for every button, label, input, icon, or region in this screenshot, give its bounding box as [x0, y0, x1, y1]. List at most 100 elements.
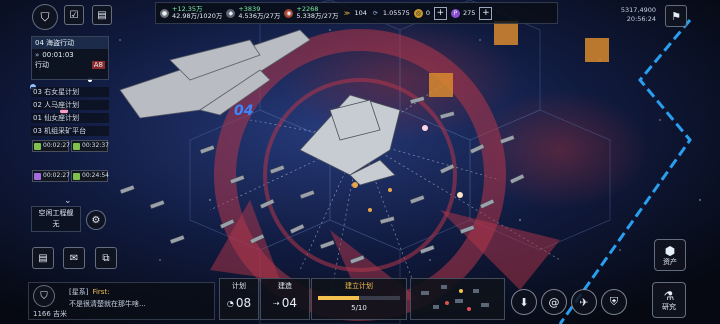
- player-id: 1166 吉米: [33, 310, 68, 318]
- mission-title: 04 海盗行动: [32, 37, 108, 49]
- plan-counter[interactable]: 计划 ◔ 08: [219, 278, 259, 320]
- crystal-amount: 4.536万/27万: [238, 12, 281, 20]
- resource-metal[interactable]: ● +12.35万 42.98万/1020万: [160, 6, 222, 20]
- build-label: 建造: [278, 282, 292, 290]
- research-icon: ⚗: [663, 289, 675, 303]
- galaxy-button[interactable]: @: [541, 289, 567, 315]
- queue-slot-1[interactable]: 00:02:27: [32, 140, 70, 152]
- task-item-3[interactable]: 01 仙女座计划: [31, 113, 109, 123]
- idle-engineer-value: 无: [52, 220, 60, 228]
- down-arrow-icon: ⬇: [519, 295, 529, 309]
- deuterium-icon: ◉: [284, 8, 294, 18]
- queue-slot-4-time: 00:24:54: [82, 172, 109, 179]
- plan-progress-text: 5/10: [351, 304, 367, 312]
- mail-inbox-button[interactable]: ✉: [63, 247, 85, 269]
- build-value: 04: [281, 296, 297, 310]
- metal-icon: ●: [160, 8, 169, 18]
- task-item-1[interactable]: 03 右女星计划: [31, 87, 109, 97]
- refresh-icon: ⟳: [372, 9, 378, 17]
- mission-timer: 00:01:03: [42, 51, 74, 59]
- mail-button[interactable]: ☑: [64, 5, 84, 25]
- profile-button[interactable]: ⛉: [33, 285, 55, 307]
- research-label: 研究: [662, 303, 676, 311]
- minimap[interactable]: [410, 278, 505, 320]
- document-icon: ▤: [97, 9, 107, 21]
- resource-slot-icon: [73, 143, 80, 150]
- mission-card[interactable]: 04 海盗行动 » 00:01:03 行动 A8: [31, 36, 109, 80]
- collapse-chevron-icon[interactable]: ⌄: [64, 196, 72, 206]
- idle-engineer-label: 空闲工程舰: [38, 209, 74, 217]
- notes-button[interactable]: ▤: [32, 247, 54, 269]
- queue-slot-3[interactable]: 00:02:27: [32, 170, 70, 182]
- task-item-4[interactable]: 03 机组采矿平台: [31, 126, 109, 136]
- mission-action-value: A8: [91, 61, 105, 69]
- queue-slot-2[interactable]: 00:32:37: [71, 140, 109, 152]
- resource-slot-icon: [34, 173, 41, 180]
- queue-slot-2-time: 00:32:37: [82, 142, 109, 149]
- rank-chevron-icon: ≫: [343, 9, 351, 17]
- add-gem-button[interactable]: +: [479, 6, 493, 20]
- fast-forward-icon: »: [35, 51, 40, 59]
- shield-icon: ⛨: [609, 295, 619, 308]
- chat-author: First:: [92, 288, 110, 296]
- gem-icon: P: [450, 8, 460, 18]
- chat-panel[interactable]: ⛉ 1166 吉米 [星系] First: 不是很清楚就在那牛啥...: [28, 282, 215, 320]
- queue-slot-1-time: 00:02:27: [43, 142, 70, 149]
- spiral-icon: @: [548, 295, 560, 309]
- plus-icon: +: [436, 8, 445, 18]
- assets-button[interactable]: ⬢ 资产: [654, 239, 686, 271]
- chat-channel: [星系]: [69, 288, 89, 296]
- descend-button[interactable]: ⬇: [511, 289, 537, 315]
- rank-value: 104: [354, 8, 367, 17]
- engineer-settings-button[interactable]: ⚙: [86, 210, 106, 230]
- plan-timer-icon: ◔: [226, 298, 234, 308]
- crystal-icon: ◆: [226, 8, 236, 18]
- window-switch-button[interactable]: ⧉: [95, 247, 117, 269]
- quest-button[interactable]: ▤: [92, 5, 112, 25]
- hexagon-icon: ⬢: [664, 244, 676, 258]
- notepad-icon: ▤: [38, 252, 48, 264]
- mission-action-label: 行动: [35, 61, 49, 69]
- resource-bar: ● +12.35万 42.98万/1020万 ◆ +3839 4.536万/27…: [155, 2, 558, 24]
- checklist-icon: ☑: [69, 9, 79, 21]
- idle-engineer-panel[interactable]: 空闲工程舰 无: [31, 206, 81, 232]
- coordinates-readout: 5317,4900 20:56:24: [610, 6, 656, 24]
- gear-hex-icon: ⚙: [91, 214, 101, 226]
- resource-slot-icon: [73, 173, 80, 180]
- shield-emblem-icon: ⛉: [40, 9, 50, 24]
- establish-plan-button[interactable]: 建立计划 5/10: [311, 278, 407, 320]
- sector-number-label: 04: [234, 103, 254, 119]
- coordinates-line2: 20:56:24: [626, 15, 656, 23]
- bookmark-flag-button[interactable]: ⚑: [665, 5, 687, 27]
- deuterium-amount: 5.338万/27万: [296, 12, 339, 20]
- plan-value: 08: [235, 296, 252, 310]
- fleet-power-value: 1.05575: [382, 8, 410, 17]
- envelope-icon: ✉: [69, 252, 79, 264]
- currency-fleet-power[interactable]: ⟳ 1.05575: [371, 9, 410, 18]
- queue-slot-4[interactable]: 00:24:54: [71, 170, 109, 182]
- build-counter[interactable]: 建造 ⇢ 04: [260, 278, 310, 320]
- task-item-2[interactable]: 02 人马座计划: [31, 100, 109, 110]
- purple-gem-value: 275: [462, 8, 476, 17]
- windows-icon: ⧉: [102, 252, 110, 264]
- metal-amount: 42.98万/1020万: [172, 12, 223, 20]
- coin-icon: ◎: [413, 8, 423, 18]
- resource-crystal[interactable]: ◆ +3839 4.536万/27万: [226, 6, 280, 20]
- fleet-button[interactable]: ✈: [571, 289, 597, 315]
- fleet-icon: ✈: [579, 295, 589, 309]
- add-gold-button[interactable]: +: [433, 6, 447, 20]
- resource-slot-icon: [34, 143, 41, 150]
- currency-gold[interactable]: ◎ 0: [413, 8, 430, 18]
- alliance-button[interactable]: ⛨: [601, 289, 627, 315]
- queue-slot-3-time: 00:02:27: [43, 172, 70, 179]
- research-button[interactable]: ⚗ 研究: [652, 282, 686, 318]
- establish-plan-label: 建立计划: [345, 282, 373, 290]
- helmet-icon: ⛉: [40, 290, 48, 302]
- currency-rank[interactable]: ≫ 104: [343, 9, 367, 18]
- plan-label: 计划: [232, 282, 246, 290]
- assets-label: 资产: [663, 258, 677, 266]
- player-avatar-button[interactable]: ⛉: [32, 4, 58, 30]
- currency-purple-gem[interactable]: P 275: [450, 8, 476, 18]
- chat-message: 不是很清楚就在那牛啥...: [69, 300, 146, 308]
- resource-deuterium[interactable]: ◉ +2268 5.338万/27万: [284, 6, 339, 20]
